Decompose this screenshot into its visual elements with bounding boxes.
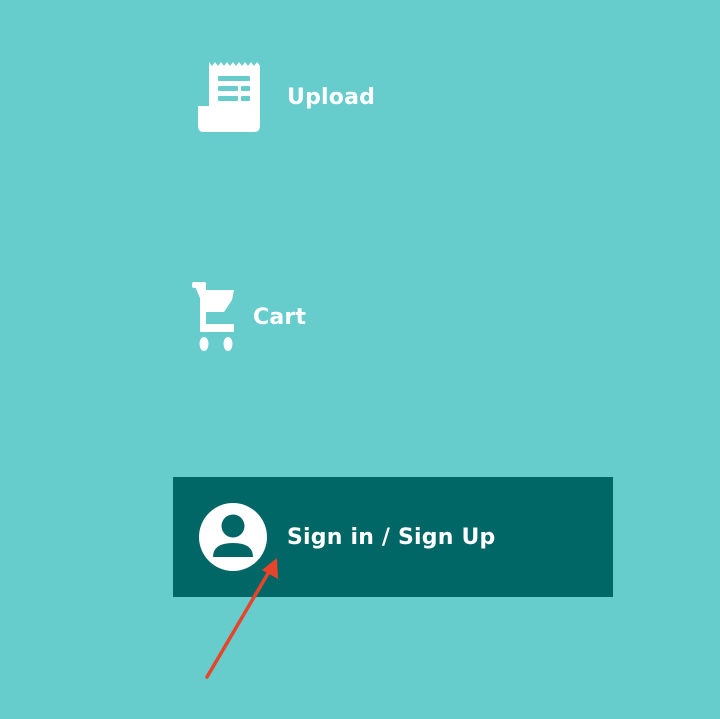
upload-label: Upload: [287, 84, 376, 110]
shopping-cart-icon: [192, 282, 234, 351]
cart-menu-item[interactable]: Cart: [192, 282, 306, 352]
sign-in-label: Sign in / Sign Up: [287, 524, 496, 550]
cart-label: Cart: [253, 304, 307, 330]
user-avatar-icon: [199, 503, 267, 571]
upload-menu-item[interactable]: Upload: [198, 62, 375, 132]
menu-screen: Upload Cart Sign in / Sign Up: [0, 0, 720, 719]
sign-in-menu-item[interactable]: Sign in / Sign Up: [173, 477, 613, 597]
receipt-icon: [198, 62, 260, 132]
